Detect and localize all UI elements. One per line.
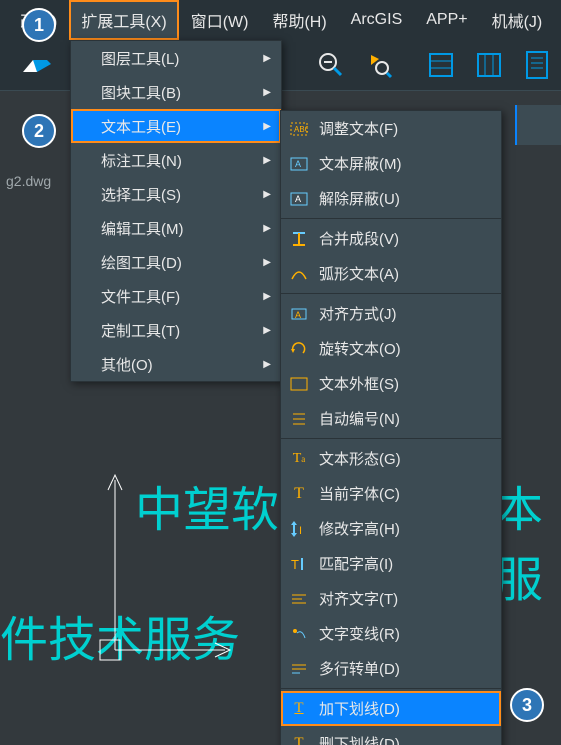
menu-extension-tools[interactable]: 扩展工具(X) [69, 0, 178, 40]
submenu-arc-text[interactable]: 弧形文本(A) [281, 256, 501, 291]
annotation-step-3: 3 [510, 688, 544, 722]
submenu-align-text[interactable]: 对齐文字(T) [281, 581, 501, 616]
multi-to-single-icon [289, 659, 309, 679]
menu-item-custom-tools[interactable]: 定制工具(T)▶ [71, 313, 281, 347]
submenu-text-to-lines[interactable]: 文字变线(R) [281, 616, 501, 651]
submenu-current-font[interactable]: T当前字体(C) [281, 476, 501, 511]
menu-item-text-tools[interactable]: 文本工具(E)▶ [71, 109, 281, 143]
right-panel-stub [515, 105, 561, 145]
menu-item-file-tools[interactable]: 文件工具(F)▶ [71, 279, 281, 313]
text-to-lines-icon [289, 624, 309, 644]
submenu-text-unmask[interactable]: A解除屏蔽(U) [281, 181, 501, 216]
zoom-minus-icon[interactable] [311, 45, 351, 85]
ucs-axes-icon [75, 450, 245, 670]
document-tab[interactable]: g2.dwg [0, 170, 57, 192]
svg-text:I: I [299, 525, 302, 537]
submenu-align-mode[interactable]: A对齐方式(J) [281, 296, 501, 331]
panel-sheet-icon[interactable] [517, 45, 557, 85]
panel-columns-icon[interactable] [469, 45, 509, 85]
submenu-multi-to-single[interactable]: 多行转单(D) [281, 651, 501, 686]
menu-help[interactable]: 帮助(H) [260, 0, 338, 40]
text-unmask-icon: A [289, 189, 309, 209]
svg-text:T: T [291, 557, 299, 572]
text-mask-icon: A [289, 154, 309, 174]
menu-item-others[interactable]: 其他(O)▶ [71, 347, 281, 381]
svg-text:A: A [295, 159, 301, 169]
text-shape-icon: Ta [289, 449, 309, 469]
submenu-adjust-text[interactable]: ABC调整文本(F) [281, 111, 501, 146]
submenu-rotate-text[interactable]: 旋转文本(O) [281, 331, 501, 366]
arc-text-icon [289, 264, 309, 284]
submenu-match-height[interactable]: T匹配字高(I) [281, 546, 501, 581]
annotation-step-2: 2 [22, 114, 56, 148]
align-mode-icon: A [289, 304, 309, 324]
svg-text:A: A [295, 310, 301, 320]
del-underline-icon: T [289, 734, 309, 745]
align-text-icon [289, 589, 309, 609]
eraser-tool-icon[interactable] [10, 45, 60, 85]
svg-text:A: A [295, 194, 301, 204]
rotate-text-icon [289, 339, 309, 359]
menu-item-select-tools[interactable]: 选择工具(S)▶ [71, 177, 281, 211]
auto-number-icon [289, 409, 309, 429]
match-height-icon: T [289, 554, 309, 574]
zoom-previous-icon[interactable] [359, 45, 399, 85]
submenu-change-height[interactable]: I修改字高(H) [281, 511, 501, 546]
panel-grid-icon[interactable] [421, 45, 461, 85]
menu-app-plus[interactable]: APP+ [414, 3, 479, 37]
menu-item-block-tools[interactable]: 图块工具(B)▶ [71, 75, 281, 109]
menu-item-dim-tools[interactable]: 标注工具(N)▶ [71, 143, 281, 177]
change-height-icon: I [289, 519, 309, 539]
submenu-merge-paragraph[interactable]: 合并成段(V) [281, 221, 501, 256]
merge-icon [289, 229, 309, 249]
menu-bar: 改(Y) 扩展工具(X) 窗口(W) 帮助(H) ArcGIS APP+ 机械(… [0, 0, 561, 40]
text-tools-submenu: ABC调整文本(F) A文本屏蔽(M) A解除屏蔽(U) 合并成段(V) 弧形文… [280, 110, 502, 745]
submenu-add-underline[interactable]: T加下划线(D) [281, 691, 501, 726]
svg-text:ABC: ABC [294, 125, 308, 134]
submenu-del-underline[interactable]: T删下划线(D) [281, 726, 501, 745]
submenu-auto-number[interactable]: 自动编号(N) [281, 401, 501, 436]
adjust-text-icon: ABC [289, 119, 309, 139]
submenu-text-mask[interactable]: A文本屏蔽(M) [281, 146, 501, 181]
canvas-text: 本服 [495, 470, 561, 610]
submenu-text-shape[interactable]: Ta文本形态(G) [281, 441, 501, 476]
submenu-text-frame[interactable]: 文本外框(S) [281, 366, 501, 401]
menu-item-layer-tools[interactable]: 图层工具(L)▶ [71, 41, 281, 75]
menu-window[interactable]: 窗口(W) [179, 0, 261, 40]
text-frame-icon [289, 374, 309, 394]
menu-item-edit-tools[interactable]: 编辑工具(M)▶ [71, 211, 281, 245]
current-font-icon: T [289, 484, 309, 504]
menu-mechanical[interactable]: 机械(J) [480, 0, 555, 40]
menu-item-draw-tools[interactable]: 绘图工具(D)▶ [71, 245, 281, 279]
add-underline-icon: T [289, 699, 309, 719]
annotation-step-1: 1 [22, 8, 56, 42]
menu-arcgis[interactable]: ArcGIS [339, 3, 415, 37]
extension-tools-menu: 图层工具(L)▶ 图块工具(B)▶ 文本工具(E)▶ 标注工具(N)▶ 选择工具… [70, 40, 282, 382]
